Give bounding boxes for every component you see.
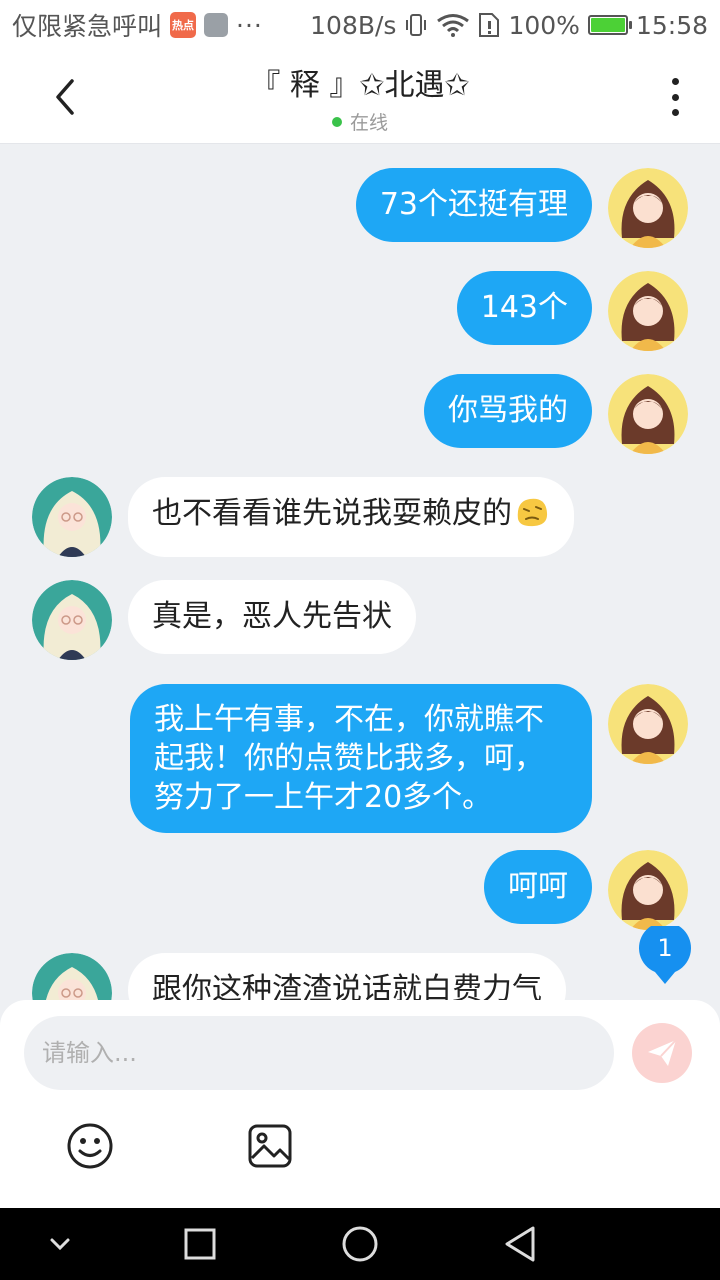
outgoing-message-bubble[interactable]: 我上午有事，不在，你就瞧不 起我！你的点赞比我多，呵， 努力了一上午才20多个。 <box>130 684 592 833</box>
image-button[interactable] <box>246 1122 294 1170</box>
clock: 15:58 <box>635 10 708 40</box>
back-button[interactable] <box>40 72 90 122</box>
my-avatar[interactable] <box>608 374 688 454</box>
carrier-text: 仅限紧急呼叫 <box>12 12 163 41</box>
message-line: 我上午有事，不在，你就瞧不 <box>154 702 544 737</box>
back-nav-button[interactable] <box>498 1222 542 1266</box>
dot <box>671 93 679 101</box>
network-speed: 108B/s <box>310 10 397 40</box>
message-line: 起我！你的点赞比我多，呵， <box>154 741 544 776</box>
square-icon <box>184 1228 216 1260</box>
chevron-down-icon <box>50 1238 70 1251</box>
message-text: 也不看看谁先说我耍赖皮的 <box>152 496 512 531</box>
awkward-face-emoji <box>514 495 550 539</box>
outgoing-message-bubble[interactable]: 143个 <box>456 271 592 345</box>
smiley-icon <box>67 1123 113 1169</box>
home-button[interactable] <box>338 1222 382 1266</box>
wifi-icon <box>436 13 470 37</box>
outgoing-message-bubble[interactable]: 你骂我的 <box>424 374 592 448</box>
message-list[interactable]: 73个还挺有理 143个 你骂我的 也不看看谁先说我耍赖皮的 真是，恶人先告状 <box>0 144 720 1000</box>
battery-percent: 100% <box>508 10 580 40</box>
system-nav-bar <box>0 1208 720 1280</box>
message-input[interactable] <box>24 1016 614 1090</box>
outgoing-message-bubble[interactable]: 73个还挺有理 <box>355 168 592 242</box>
status-bar: 仅限紧急呼叫 热点 ··· 108B/s 100% 15:58 <box>0 0 720 50</box>
image-icon <box>248 1124 292 1168</box>
dot <box>671 78 679 85</box>
online-status-text: 在线 <box>349 112 388 134</box>
send-button[interactable] <box>632 1023 692 1083</box>
my-avatar[interactable] <box>608 850 688 930</box>
chevron-left-icon <box>56 79 74 115</box>
paper-plane-icon <box>648 1039 677 1066</box>
incoming-message-bubble[interactable]: 也不看看谁先说我耍赖皮的 <box>128 477 574 557</box>
incoming-message-bubble[interactable]: 跟你这种渣渣说话就白费力气 <box>128 953 566 1000</box>
circle-icon <box>342 1226 378 1262</box>
contact-name: 『 释 』✩北遇✩ <box>250 68 470 103</box>
contact-avatar[interactable] <box>32 953 112 1000</box>
vibrate-icon <box>404 12 428 38</box>
more-options-button[interactable] <box>660 74 690 120</box>
gallery-notification-icon <box>204 13 229 37</box>
online-status: 在线 <box>160 108 560 135</box>
composer-panel <box>0 1000 720 1208</box>
recents-button[interactable] <box>178 1222 222 1266</box>
outgoing-message-bubble[interactable]: 呵呵 <box>484 850 592 924</box>
unread-count: 1 <box>657 934 673 962</box>
sim-alert-icon <box>478 12 500 38</box>
my-avatar[interactable] <box>608 168 688 248</box>
hot-news-app-icon: 热点 <box>170 12 197 38</box>
incoming-message-bubble[interactable]: 真是，恶人先告状 <box>128 580 416 654</box>
dot <box>671 109 679 116</box>
more-notifications-icon: ··· <box>236 10 263 40</box>
my-avatar[interactable] <box>608 684 688 764</box>
my-avatar[interactable] <box>608 271 688 351</box>
chat-header: 『 释 』✩北遇✩ 在线 <box>0 50 720 144</box>
triangle-back-icon <box>505 1226 535 1262</box>
message-line: 努力了一上午才20多个。 <box>154 780 493 815</box>
contact-avatar[interactable] <box>32 477 112 557</box>
contact-avatar[interactable] <box>32 580 112 660</box>
online-dot <box>331 116 342 127</box>
emoji-button[interactable] <box>66 1122 114 1170</box>
hide-keyboard-button[interactable] <box>38 1222 82 1266</box>
battery-icon <box>587 15 632 35</box>
unread-count-badge[interactable]: 1 <box>638 922 692 986</box>
